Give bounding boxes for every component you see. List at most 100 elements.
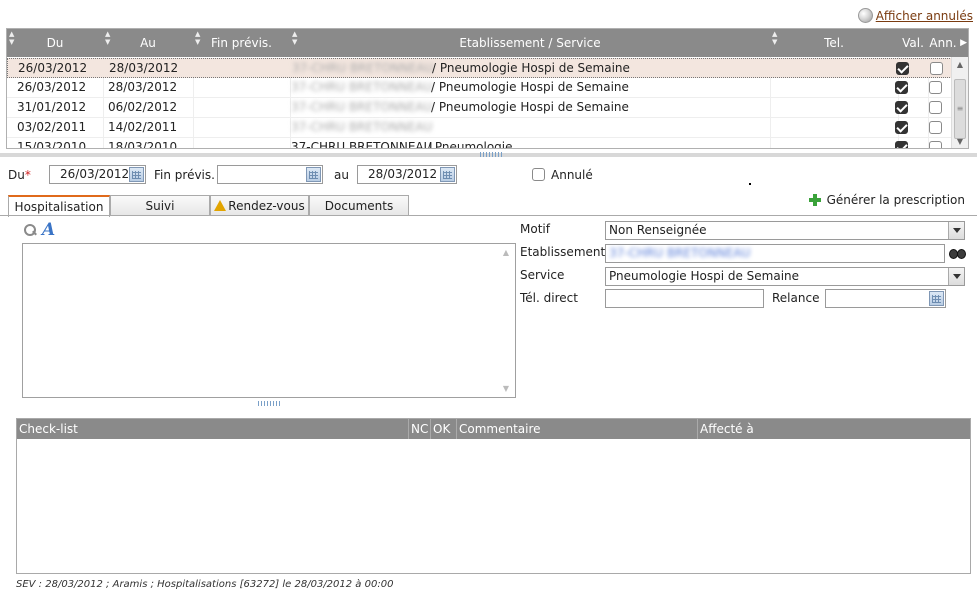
- cell-du: 31/01/2012: [17, 100, 87, 114]
- annule-label: Annulé: [551, 168, 593, 182]
- search-icon[interactable]: [24, 224, 36, 236]
- checklist-table: Check-list NC OK Commentaire Affecté à: [16, 418, 971, 574]
- table-row[interactable]: 15/03/2010 18/03/2010 37-CHRU BRETONNEAU…: [7, 138, 952, 149]
- grid-scrollbar[interactable]: ▲ ≡ ▼: [951, 57, 968, 148]
- au-label: au: [334, 168, 349, 182]
- resize-grip-icon[interactable]: [258, 401, 282, 406]
- table-row[interactable]: 26/03/2012 28/03/2012 37-CHRU BRETONNEAU…: [7, 58, 952, 78]
- val-checkbox[interactable]: [895, 121, 908, 134]
- tab-documents[interactable]: Documents: [309, 195, 409, 216]
- scroll-thumb[interactable]: ≡: [954, 79, 966, 139]
- col-commentaire[interactable]: Commentaire: [457, 419, 698, 439]
- val-checkbox[interactable]: [895, 81, 908, 94]
- ann-checkbox[interactable]: [929, 101, 942, 114]
- sort-icon: ▲ ▼: [105, 30, 111, 46]
- tab-rendez-vous[interactable]: Rendez-vous: [210, 195, 309, 216]
- cell-au: 28/03/2012: [109, 61, 179, 75]
- notes-textarea[interactable]: ▲ ▼: [22, 243, 516, 398]
- cell-etablissement: 37-CHRU BRETONNEAU: [291, 80, 433, 94]
- scroll-down-icon[interactable]: ▼: [503, 384, 509, 393]
- binoculars-icon[interactable]: [949, 247, 966, 259]
- cell-service: / Pneumologie Hospi de Semaine: [431, 80, 629, 94]
- cell-service: / Pneumologie: [427, 140, 513, 149]
- splitter-grip-icon[interactable]: [480, 152, 504, 157]
- cell-du: 26/03/2012: [18, 61, 88, 75]
- cell-au: 14/02/2011: [108, 120, 178, 134]
- calendar-icon[interactable]: [129, 167, 144, 182]
- show-cancelled-link-wrap[interactable]: Afficher annulés: [857, 8, 973, 23]
- service-select[interactable]: Pneumologie Hospi de Semaine: [605, 267, 965, 286]
- cell-au: 06/02/2012: [108, 100, 178, 114]
- col-au[interactable]: ▲ ▼ Au: [103, 29, 193, 57]
- sort-icon: ▲ ▼: [9, 30, 15, 46]
- warning-icon: [214, 200, 227, 211]
- table-row[interactable]: 31/01/2012 06/02/2012 37-CHRU BRETONNEAU…: [7, 98, 952, 118]
- status-footer: SEV : 28/03/2012 ; Aramis ; Hospitalisat…: [16, 579, 394, 590]
- ann-checkbox[interactable]: [929, 141, 942, 148]
- etablissement-field[interactable]: 37-CHRU BRETONNEAU: [605, 244, 945, 263]
- val-checkbox[interactable]: [895, 101, 908, 114]
- chevron-down-icon[interactable]: [948, 268, 964, 285]
- val-checkbox[interactable]: [896, 62, 909, 75]
- column-nav-icon[interactable]: ▶: [960, 29, 967, 57]
- scroll-down-icon[interactable]: ▼: [952, 134, 968, 148]
- scroll-up-icon[interactable]: ▲: [952, 57, 968, 73]
- ann-checkbox[interactable]: [929, 121, 942, 134]
- cell-service: / Pneumologie Hospi de Semaine: [432, 61, 630, 75]
- col-ann[interactable]: Ann.: [928, 29, 958, 57]
- col-etablissement[interactable]: ▲ ▼ Etablissement / Service: [290, 29, 770, 57]
- stays-grid: ▲ ▼ Du ▲ ▼ Au ▲ ▼ Fin prévis. ▲ ▼ Etablissement …: [6, 28, 969, 149]
- col-check-list[interactable]: Check-list: [17, 419, 409, 439]
- cell-service: / Pneumologie Hospi de Semaine: [431, 100, 629, 114]
- fin-previs-date-input[interactable]: [217, 165, 323, 184]
- col-val[interactable]: Val.: [898, 29, 928, 57]
- cell-du: 03/02/2011: [17, 120, 87, 134]
- font-icon[interactable]: A: [42, 220, 55, 240]
- cell-etablissement: 37-CHRU BRETONNEAU: [291, 120, 433, 134]
- sort-icon: ▲ ▼: [292, 30, 298, 46]
- au-date-input[interactable]: 28/03/2012: [357, 165, 457, 184]
- checklist-header: Check-list NC OK Commentaire Affecté à: [17, 419, 970, 439]
- cell-etablissement: 37-CHRU BRETONNEAU: [291, 140, 433, 149]
- table-row[interactable]: 26/03/2012 28/03/2012 37-CHRU BRETONNEAU…: [7, 78, 952, 98]
- ann-checkbox[interactable]: [930, 62, 943, 75]
- globe-icon: [857, 8, 873, 23]
- cell-au: 18/03/2010: [108, 140, 178, 149]
- cell-au: 28/03/2012: [108, 80, 178, 94]
- motif-select[interactable]: Non Renseignée: [605, 221, 965, 240]
- relance-label: Relance: [772, 291, 820, 305]
- cell-du: 26/03/2012: [17, 80, 87, 94]
- tel-direct-input[interactable]: [605, 289, 764, 308]
- col-tel[interactable]: ▲ ▼ Tel.: [770, 29, 898, 57]
- sort-icon: ▲ ▼: [195, 30, 201, 46]
- show-cancelled-link[interactable]: Afficher annulés: [876, 9, 973, 23]
- generate-prescription-button[interactable]: Générer la prescription: [808, 193, 965, 207]
- ann-checkbox[interactable]: [929, 81, 942, 94]
- cell-du: 15/03/2010: [17, 140, 87, 149]
- du-date-input[interactable]: 26/03/2012: [49, 165, 146, 184]
- cell-etablissement: 37-CHRU BRETONNEAU: [291, 100, 433, 114]
- col-du[interactable]: ▲ ▼ Du: [7, 29, 103, 57]
- val-checkbox[interactable]: [895, 141, 908, 148]
- col-affecte-a[interactable]: Affecté à: [698, 419, 970, 439]
- col-ok[interactable]: OK: [431, 419, 457, 439]
- fin-previs-label: Fin prévis.: [154, 168, 215, 182]
- table-row[interactable]: 03/02/2011 14/02/2011 37-CHRU BRETONNEAU: [7, 118, 952, 138]
- calendar-icon[interactable]: [306, 167, 321, 182]
- calendar-icon[interactable]: [929, 291, 944, 306]
- tab-suivi[interactable]: Suivi: [110, 195, 210, 216]
- du-label: Du*: [8, 168, 31, 182]
- motif-label: Motif: [520, 222, 550, 236]
- etablissement-label: Etablissement*: [520, 245, 611, 259]
- calendar-icon[interactable]: [440, 167, 455, 182]
- col-nc[interactable]: NC: [409, 419, 431, 439]
- col-fin-previs[interactable]: ▲ ▼ Fin prévis.: [193, 29, 290, 57]
- scroll-up-icon[interactable]: ▲: [503, 248, 509, 257]
- tab-hospitalisation[interactable]: Hospitalisation: [8, 195, 110, 217]
- annule-checkbox[interactable]: [532, 168, 545, 181]
- chevron-down-icon[interactable]: [948, 222, 964, 239]
- service-label: Service: [520, 268, 565, 282]
- relance-date-input[interactable]: [825, 289, 946, 308]
- grid-header: ▲ ▼ Du ▲ ▼ Au ▲ ▼ Fin prévis. ▲ ▼ Etablissement …: [7, 29, 968, 57]
- cell-etablissement: 37-CHRU BRETONNEAU: [292, 61, 434, 75]
